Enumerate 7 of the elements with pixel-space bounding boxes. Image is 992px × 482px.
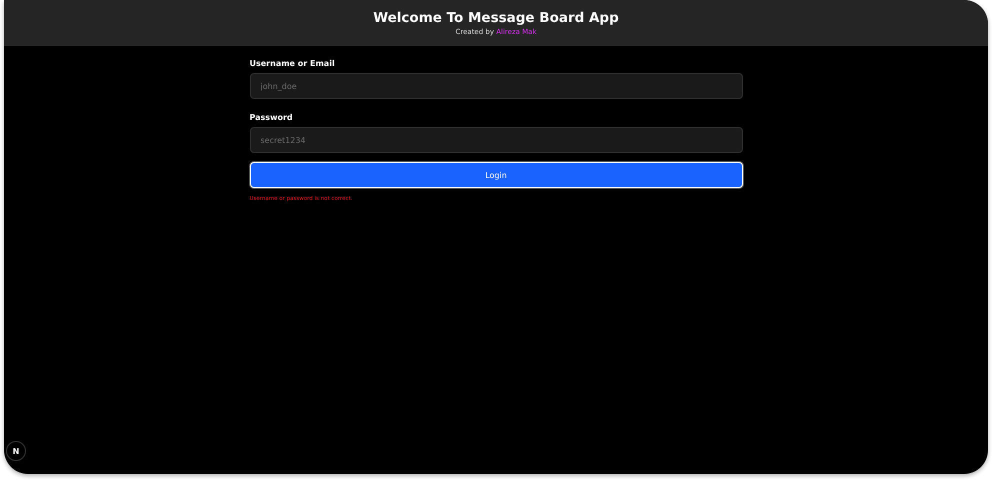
field-label: Username or Email [250, 59, 336, 68]
app-title: Welcome To Message Board App [373, 10, 619, 26]
username-field[interactable]: john_doe [250, 73, 742, 99]
field-label: Password [250, 113, 294, 122]
login-button[interactable]: Login [250, 162, 742, 188]
dev-badge[interactable]: N [6, 441, 26, 461]
password-field[interactable]: secret1234 [250, 127, 742, 153]
